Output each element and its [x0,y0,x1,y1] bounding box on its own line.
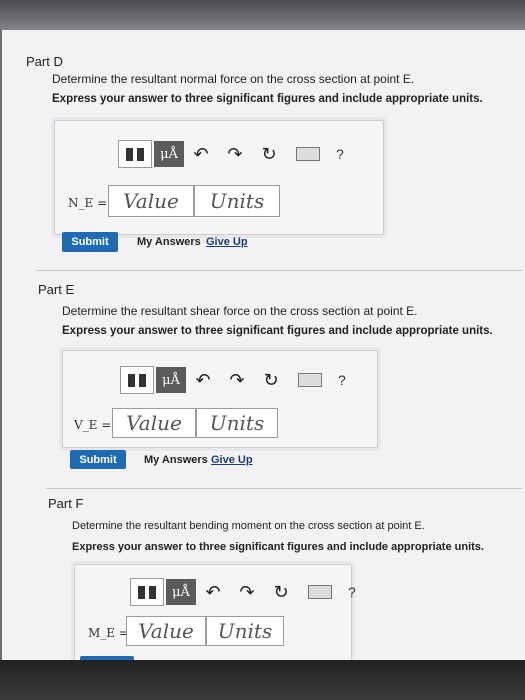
part-d-answer-box [54,120,384,235]
part-d-submit-button[interactable]: Submit [62,232,118,252]
part-e-value-input[interactable]: Value [112,408,196,438]
part-f-toolbar: μÅ ↶ ↷ ↻ ? [130,578,356,606]
browser-top-bar [0,0,525,30]
part-e-submit-button[interactable]: Submit [70,450,126,469]
part-d-title: Part D [26,54,63,69]
part-e-title: Part E [38,282,75,297]
reset-icon[interactable]: ↻ [252,144,286,165]
part-d: Part D [26,54,506,69]
part-e-units-input[interactable]: Units [196,408,278,438]
keyboard-icon[interactable] [308,585,332,599]
undo-icon[interactable]: ↶ [186,370,220,391]
part-e-question: Determine the resultant shear force on t… [62,304,418,318]
part-e-instruction: Express your answer to three significant… [62,325,493,337]
part-e-lhs-label: V_E = [74,418,112,432]
part-e-my-answers-link[interactable]: My Answers [144,454,208,466]
part-d-question: Determine the resultant normal force on … [52,72,415,86]
part-f-units-input[interactable]: Units [206,616,284,646]
part-d-toolbar: μÅ ↶ ↷ ↻ ? [118,140,344,168]
undo-icon[interactable]: ↶ [184,144,218,165]
mu-button[interactable]: μÅ [154,141,184,167]
part-f-lhs-label: M_E = [88,626,129,640]
mu-button[interactable]: μÅ [166,579,196,605]
part-d-value-input[interactable]: Value [108,185,194,217]
taskbar [0,660,525,700]
help-button[interactable]: ? [336,146,344,162]
part-e-give-up-link[interactable]: Give Up [211,454,253,466]
help-button[interactable]: ? [338,372,346,388]
reset-icon[interactable]: ↻ [254,370,288,391]
part-f-question: Determine the resultant bending moment o… [72,520,425,532]
keyboard-icon[interactable] [296,147,320,161]
redo-icon[interactable]: ↷ [230,582,264,603]
divider [46,488,522,489]
part-d-my-answers-link[interactable]: My Answers [137,236,201,248]
part-d-instruction: Express your answer to three significant… [52,93,483,105]
mu-button[interactable]: μÅ [156,367,186,393]
part-f-value-input[interactable]: Value [126,616,206,646]
templates-icon[interactable] [130,578,164,606]
part-d-give-up-link[interactable]: Give Up [206,236,248,248]
keyboard-icon[interactable] [298,373,322,387]
templates-icon[interactable] [118,140,152,168]
undo-icon[interactable]: ↶ [196,582,230,603]
part-e-toolbar: μÅ ↶ ↷ ↻ ? [120,366,346,394]
templates-icon[interactable] [120,366,154,394]
assignment-page: Part D Determine the resultant normal fo… [2,30,525,662]
part-d-units-input[interactable]: Units [194,185,280,217]
part-f-title: Part F [48,496,84,511]
help-button[interactable]: ? [348,584,356,600]
redo-icon[interactable]: ↷ [220,370,254,391]
redo-icon[interactable]: ↷ [218,144,252,165]
part-d-lhs-label: N_E = [68,196,108,210]
part-f-instruction: Express your answer to three significant… [72,541,484,553]
reset-icon[interactable]: ↻ [264,582,298,603]
divider [36,270,522,271]
